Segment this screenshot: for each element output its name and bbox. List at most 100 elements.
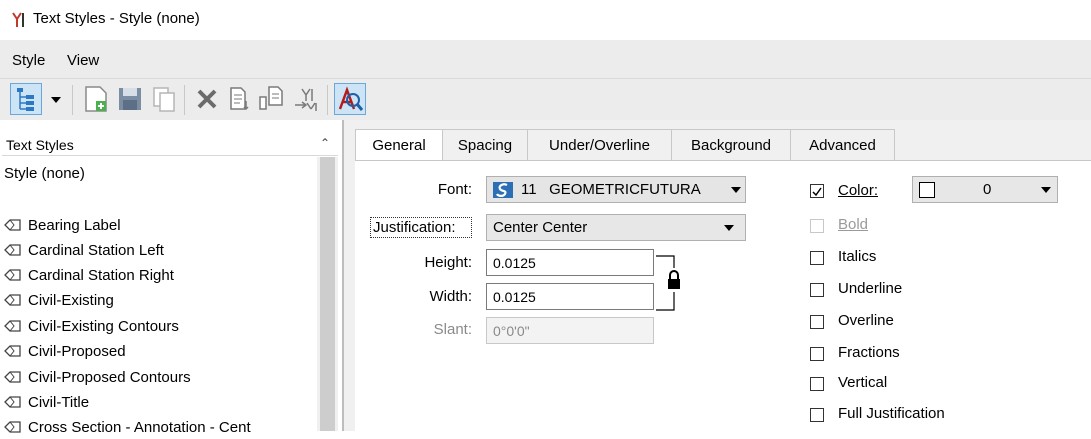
text-style-icon <box>4 421 21 433</box>
window-title: Text Styles - Style (none) <box>33 10 200 27</box>
overline-label: Overline <box>838 312 894 329</box>
text-style-icon <box>4 294 21 306</box>
list-item-label: Civil-Existing <box>28 291 114 309</box>
tab-advanced[interactable]: Advanced <box>790 129 895 161</box>
list-item[interactable]: Civil-Proposed Contours <box>4 365 314 389</box>
tab-general[interactable]: General <box>355 129 443 162</box>
slant-label: Slant: <box>433 321 472 338</box>
sort-up-icon: ⌃ <box>320 136 331 150</box>
chevron-down-icon <box>1041 187 1051 193</box>
bold-checkbox[interactable] <box>810 219 824 233</box>
list-item-label: Civil-Existing Contours <box>28 317 179 335</box>
justification-dropdown[interactable]: Center Center <box>486 214 746 241</box>
italics-label: Italics <box>838 248 877 265</box>
toolbar-separator <box>327 85 328 115</box>
export-icon <box>259 86 283 110</box>
text-style-icon <box>4 219 21 231</box>
tree-view-button[interactable] <box>10 83 42 115</box>
vertical-checkbox[interactable] <box>810 377 824 391</box>
width-input[interactable]: 0.0125 <box>486 283 654 310</box>
create-from-element-icon <box>295 88 317 111</box>
fractions-label: Fractions <box>838 344 900 361</box>
delete-icon <box>197 89 217 109</box>
tab-under-overline[interactable]: Under/Overline <box>527 129 672 161</box>
chevron-down-icon <box>731 187 741 193</box>
height-input[interactable]: 0.0125 <box>486 249 654 276</box>
toolbar-separator <box>72 85 73 115</box>
color-swatch <box>919 182 935 198</box>
import-button[interactable] <box>224 83 256 115</box>
new-style-icon <box>85 86 107 112</box>
justification-label: Justification: <box>370 217 472 238</box>
full-justification-checkbox[interactable] <box>810 408 824 422</box>
text-style-icon <box>4 396 21 408</box>
save-icon <box>119 88 141 110</box>
list-item-style-none[interactable]: Style (none) <box>4 165 85 182</box>
list-item-label: Cardinal Station Left <box>28 241 164 259</box>
list-item[interactable]: Civil-Title <box>4 390 314 414</box>
list-item-label: Cross Section - Annotation - Cent <box>28 418 251 436</box>
tree-view-dropdown[interactable] <box>45 83 67 115</box>
menu-bar: Style View <box>0 40 1091 78</box>
list-item[interactable]: Civil-Proposed <box>4 339 314 363</box>
font-label: Font: <box>437 181 472 198</box>
color-value: 0 <box>983 181 992 198</box>
dropdown-arrow-icon <box>51 97 61 103</box>
create-from-element-button[interactable] <box>290 83 322 115</box>
width-label: Width: <box>429 288 472 305</box>
list-item-label: Cardinal Station Right <box>28 266 174 284</box>
slant-input[interactable]: 0°0'0" <box>486 317 654 344</box>
toolbar-separator <box>184 85 185 115</box>
color-label: Color: <box>838 182 879 199</box>
lock-icon[interactable] <box>666 269 682 291</box>
text-style-icon <box>4 269 21 281</box>
font-dropdown[interactable]: 11 GEOMETRICFUTURA <box>486 176 746 203</box>
scrollbar-thumb[interactable] <box>320 157 335 431</box>
fractions-checkbox[interactable] <box>810 347 824 361</box>
tab-background[interactable]: Background <box>671 129 791 161</box>
font-type-icon <box>493 182 513 198</box>
font-value: 11 GEOMETRICFUTURA <box>521 181 701 198</box>
new-style-button[interactable] <box>80 83 112 115</box>
save-button[interactable] <box>114 83 146 115</box>
delete-button[interactable] <box>191 83 223 115</box>
list-item[interactable]: Cross Section - Annotation - Cent <box>4 415 314 439</box>
underline-label: Underline <box>838 280 903 297</box>
list-item-label: Civil-Proposed Contours <box>28 368 191 386</box>
copy-button[interactable] <box>148 83 180 115</box>
chevron-down-icon <box>724 225 734 231</box>
menu-style[interactable]: Style <box>12 52 45 69</box>
list-item[interactable]: Bearing Label <box>4 213 314 237</box>
list-item-label: Civil-Title <box>28 393 90 411</box>
color-dropdown[interactable]: 0 <box>912 176 1058 203</box>
underline-checkbox[interactable] <box>810 283 824 297</box>
app-icon <box>12 12 24 27</box>
vertical-label: Vertical <box>838 374 888 391</box>
menu-view[interactable]: View <box>67 52 99 69</box>
list-item[interactable]: Cardinal Station Right <box>4 263 314 287</box>
overline-checkbox[interactable] <box>810 315 824 329</box>
preview-icon <box>338 86 364 111</box>
full-justification-label: Full Justification <box>838 405 945 422</box>
list-header-label: Text Styles <box>6 137 74 153</box>
justification-value: Center Center <box>493 219 588 236</box>
list-item[interactable]: Civil-Existing Contours <box>4 314 314 338</box>
height-label: Height: <box>424 254 472 271</box>
export-button[interactable] <box>256 83 288 115</box>
list-header[interactable]: Text Styles ⌃ <box>2 133 338 156</box>
italics-checkbox[interactable] <box>810 251 824 265</box>
list-item[interactable]: Cardinal Station Left <box>4 238 314 262</box>
text-style-icon <box>4 244 21 256</box>
copy-icon <box>153 87 175 112</box>
import-icon <box>230 87 249 111</box>
checkmark-icon <box>812 187 822 197</box>
preview-button[interactable] <box>334 83 366 115</box>
text-style-icon <box>4 345 21 357</box>
toolbar <box>0 78 1091 121</box>
bold-label: Bold <box>838 216 869 233</box>
list-item-label: Bearing Label <box>28 216 121 234</box>
tab-spacing[interactable]: Spacing <box>442 129 528 161</box>
list-item-label: Civil-Proposed <box>28 342 126 360</box>
list-item[interactable]: Civil-Existing <box>4 288 314 312</box>
color-checkbox[interactable] <box>810 184 824 198</box>
